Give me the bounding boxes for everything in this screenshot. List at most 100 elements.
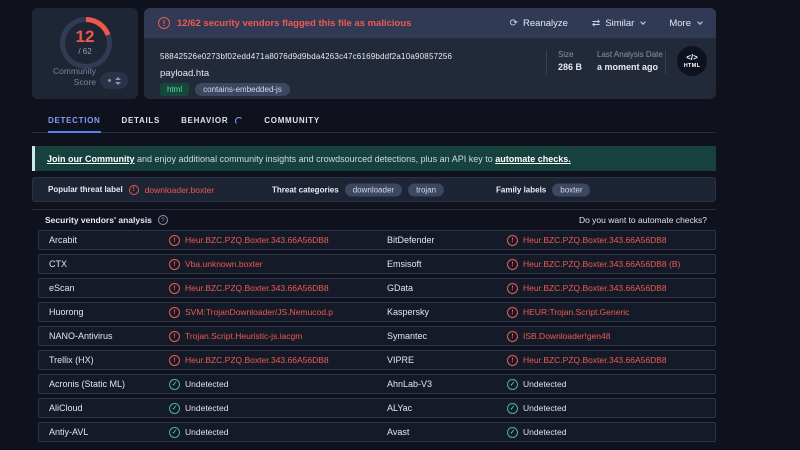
undetected-check-icon: ✓ [507, 426, 518, 438]
vendor-cell: Trellix (HX)! Heur.BZC.PZQ.Boxter.343.66A… [39, 351, 377, 369]
malicious-alert-icon: ! [169, 282, 180, 294]
tag-contains-embedded-js[interactable]: contains-embedded-js [195, 83, 290, 96]
warning-circle-icon: ! [128, 184, 139, 195]
table-row: Huorong! SVM:TrojanDownloader/JS.Nemucod.… [38, 302, 716, 322]
file-actions: ⟳ Reanalyze ⇄ Similar More [510, 17, 703, 29]
malicious-alert-icon: ! [169, 354, 180, 366]
result-text: Heur.BZC.PZQ.Boxter.343.66A56DB8 [523, 235, 667, 245]
vendor-name: CTX [49, 259, 67, 269]
popular-threat-label: Popular threat label [48, 185, 123, 194]
result-text: Undetected [523, 403, 567, 413]
similar-icon: ⇄ [591, 17, 601, 29]
tab-community[interactable]: COMMUNITY [264, 112, 320, 133]
malicious-alert-icon: ! [169, 330, 180, 342]
result-text: Heur.BZC.PZQ.Boxter.343.66A56DB8 [185, 235, 329, 245]
last-analysis-block: Last Analysis Date a moment ago [597, 50, 663, 72]
vendor-cell: GData! Heur.BZC.PZQ.Boxter.343.66A56DB8 [377, 279, 715, 297]
vendor-name: Arcabit [49, 235, 78, 245]
vote-arrows-icon[interactable] [114, 76, 121, 85]
file-size-block: Size 286 B [558, 50, 582, 72]
vendor-name: eScan [49, 283, 75, 293]
last-analysis-label: Last Analysis Date [597, 50, 663, 59]
result-text: Undetected [185, 379, 229, 389]
vendor-name: Kaspersky [387, 307, 430, 317]
result-text: Undetected [523, 379, 567, 389]
vendors-analysis-title: Security vendors' analysis [45, 215, 152, 225]
undetected-check-icon: ✓ [169, 402, 180, 414]
file-hash[interactable]: 58842526e0273bf02edd471a8076d9d9bda4263c… [160, 52, 452, 61]
join-community-link[interactable]: Join our Community [47, 154, 135, 164]
family-labels-label: Family labels [496, 185, 547, 194]
more-button[interactable]: More [669, 18, 703, 29]
vendor-cell: Symantec! ISB.Downloader!gen48 [377, 327, 715, 345]
alert-message: ! 12/62 security vendors flagged this fi… [158, 17, 411, 29]
malicious-alert-icon: ! [507, 330, 518, 342]
help-icon[interactable]: ? [157, 215, 168, 225]
table-row: Antiy-AVL ✓ Undetected Avast ✓ Undetected [38, 422, 716, 442]
threat-label-card: Popular threat label ! downloader.boxter… [32, 177, 716, 202]
vendor-cell: Kaspersky! HEUR:Trojan.Script.Generic [377, 303, 715, 321]
community-score-card: 12 / 62 Community Score [32, 8, 138, 99]
undetected-check-icon: ✓ [507, 378, 518, 390]
report-tabs: DETECTION DETAILS BEHAVIOR COMMUNITY [32, 112, 716, 133]
vendor-cell: CTX ! Vba.unknown.boxter [39, 255, 377, 273]
detection-result: ! ISB.Downloader!gen48 [507, 330, 610, 342]
vendor-name: AhnLab-V3 [387, 379, 433, 389]
detection-result: ! Trojan.Script.Heuristic-js.iacgm [169, 330, 303, 342]
threat-categories-label: Threat categories [272, 185, 339, 194]
community-vote-widget[interactable] [100, 72, 128, 89]
category-pill[interactable]: trojan [408, 183, 445, 196]
last-analysis-value: a moment ago [597, 62, 659, 72]
filetype-label: HTML [683, 62, 701, 69]
vendor-cell: Avast ✓ Undetected [377, 423, 715, 441]
malicious-alert-icon: ! [507, 306, 518, 318]
vendor-cell: Arcabit! Heur.BZC.PZQ.Boxter.343.66A56DB8 [39, 231, 377, 249]
detection-result: ✓ Undetected [507, 378, 567, 390]
detection-result: ! Vba.unknown.boxter [169, 258, 263, 270]
vendor-name: GData [387, 283, 414, 293]
result-text: Trojan.Script.Heuristic-js.iacgm [185, 331, 303, 341]
vendor-name: AliCloud [49, 403, 83, 413]
table-row: eScan! Heur.BZC.PZQ.Boxter.343.66A56DB8 GD… [38, 278, 716, 298]
reanalyze-button[interactable]: ⟳ Reanalyze [510, 18, 568, 29]
result-text: Heur.BZC.PZQ.Boxter.343.66A56DB8 (B) [523, 259, 681, 269]
vendor-cell: AliCloud ✓ Undetected [39, 399, 377, 417]
detection-result: ✓ Undetected [169, 378, 229, 390]
similar-button[interactable]: ⇄ Similar [591, 17, 647, 29]
tab-detection[interactable]: DETECTION [48, 112, 101, 133]
vote-dot-icon [107, 79, 111, 82]
vendor-cell: Acronis (Static ML) ✓ Undetected [39, 375, 377, 393]
undetected-check-icon: ✓ [169, 426, 180, 438]
file-summary-card: ! 12/62 security vendors flagged this fi… [144, 8, 716, 99]
undetected-check-icon: ✓ [507, 402, 518, 414]
table-row: CTX ! Vba.unknown.boxter Emsisoft! Heur.BZC.… [38, 254, 716, 274]
result-text: HEUR:Trojan.Script.Generic [523, 307, 630, 317]
size-label: Size [558, 50, 574, 59]
loading-spinner-icon [235, 117, 244, 125]
code-icon: </> [686, 52, 698, 62]
result-text: SVM:TrojanDownloader/JS.Nemucod.p [185, 307, 334, 317]
tag-html[interactable]: html [160, 83, 190, 96]
chevron-down-icon [697, 19, 703, 25]
detection-result: ! HEUR:Trojan.Script.Generic [507, 306, 630, 318]
banner-text: and enjoy additional community insights … [134, 153, 496, 164]
table-row: Trellix (HX) ! Heur.BZC.PZQ.Boxter.343.66A… [38, 350, 716, 370]
tab-details[interactable]: DETAILS [122, 112, 161, 133]
tab-behavior[interactable]: BEHAVIOR [181, 112, 244, 133]
detection-result: ! SVM:TrojanDownloader/JS.Nemucod.p [169, 306, 334, 318]
warning-circle-icon: ! [158, 17, 170, 29]
vendor-name: VIPRE [387, 355, 415, 365]
malicious-alert-icon: ! [507, 354, 518, 366]
vendor-name: Huorong [49, 307, 84, 317]
vendor-name: Trellix (HX) [49, 355, 94, 365]
popular-threat-value[interactable]: downloader.boxter [145, 185, 214, 195]
category-pill[interactable]: downloader [344, 183, 403, 196]
automate-checks-prompt[interactable]: Do you want to automate checks? [579, 215, 707, 225]
vendor-cell: eScan! Heur.BZC.PZQ.Boxter.343.66A56DB8 [39, 279, 377, 297]
automate-checks-link[interactable]: automate checks. [495, 154, 571, 164]
vendor-cell: Emsisoft! Heur.BZC.PZQ.Boxter.343.66A56DB… [377, 255, 715, 273]
family-pill[interactable]: boxter [552, 183, 591, 196]
detection-result: ! Heur.BZC.PZQ.Boxter.343.66A56DB8 [507, 354, 667, 366]
vendor-cell: Huorong ! SVM:TrojanDownloader/JS.Nemucod.… [39, 303, 377, 321]
result-text: Heur.BZC.PZQ.Boxter.343.66A56DB8 [185, 283, 329, 293]
